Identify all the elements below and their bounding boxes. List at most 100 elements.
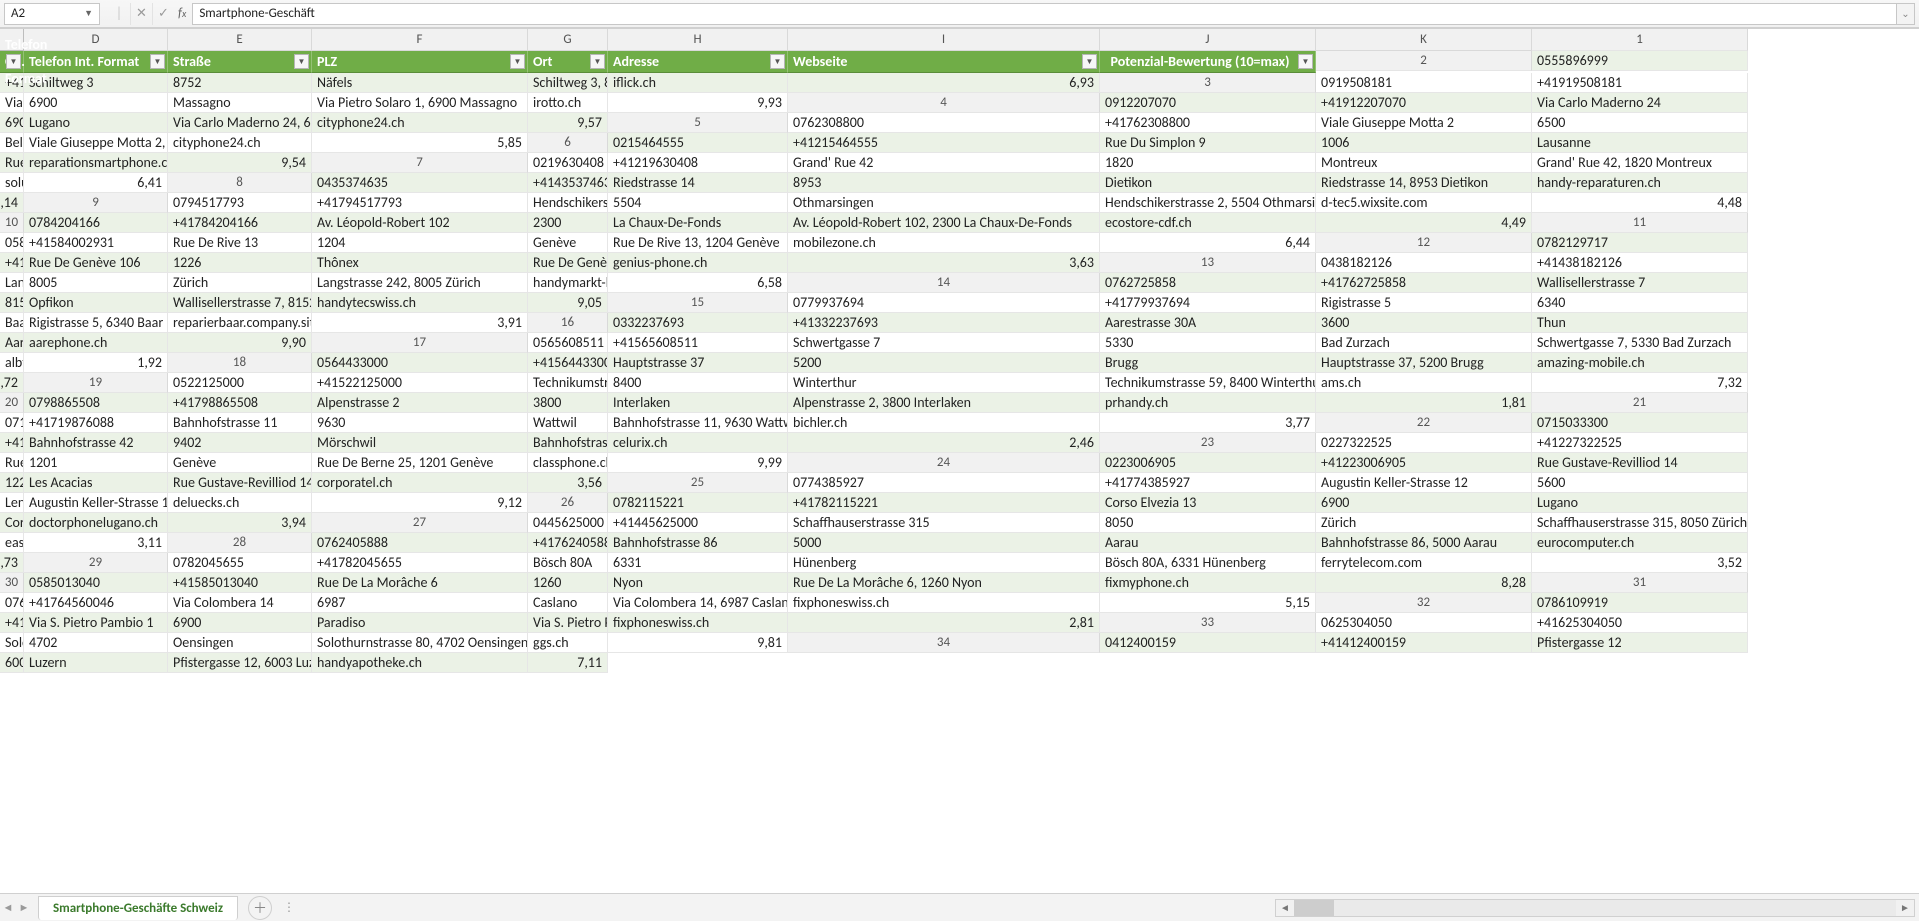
table-cell[interactable]: Rigistrasse 5 bbox=[1316, 293, 1532, 313]
table-cell[interactable]: 0438182126 bbox=[1316, 253, 1532, 273]
table-cell[interactable]: 3,11 bbox=[24, 533, 168, 553]
table-cell[interactable]: 0912207070 bbox=[1100, 93, 1316, 113]
table-cell[interactable]: 0445625000 bbox=[528, 513, 608, 533]
table-cell[interactable]: bichler.ch bbox=[788, 413, 1100, 433]
table-cell[interactable]: 0585013040 bbox=[24, 573, 168, 593]
row-header[interactable]: 5 bbox=[608, 113, 788, 133]
table-cell[interactable]: Interlaken bbox=[608, 393, 788, 413]
table-cell[interactable]: classphone.ch bbox=[528, 453, 608, 473]
row-header[interactable]: 10 bbox=[0, 213, 24, 233]
table-cell[interactable]: 0762725858 bbox=[1100, 273, 1316, 293]
table-cell[interactable]: 1,81 bbox=[1316, 393, 1532, 413]
table-cell[interactable]: Wallisellerstrasse 7, 8152 Opfikon bbox=[168, 293, 312, 313]
row-header[interactable]: 33 bbox=[1100, 613, 1316, 633]
table-header-cell[interactable]: Webseite▼ bbox=[788, 51, 1100, 73]
row-header[interactable]: 15 bbox=[608, 293, 788, 313]
table-cell[interactable]: Bahnhofstrasse 42, 9402 Mörschwil bbox=[528, 433, 608, 453]
table-cell[interactable]: 5000 bbox=[788, 533, 1100, 553]
table-cell[interactable]: 9,90 bbox=[168, 333, 312, 353]
table-cell[interactable]: Augustin Keller-Strasse 12 bbox=[1316, 473, 1532, 493]
table-header-cell[interactable]: Potenzial-Bewertung (10=max)▼ bbox=[1100, 51, 1316, 73]
filter-dropdown-icon[interactable]: ▼ bbox=[590, 54, 605, 69]
table-cell[interactable]: Rue Gustave-Revilliod 14, 1227 Les Acaci… bbox=[168, 473, 312, 493]
table-cell[interactable]: Via S. Pietro Pambio 1 bbox=[24, 613, 168, 633]
table-header-cell[interactable]: Telefon Int. Format▼ bbox=[24, 51, 168, 73]
table-cell[interactable]: +41625304050 bbox=[1532, 613, 1748, 633]
row-header[interactable]: 28 bbox=[168, 533, 312, 553]
row-header[interactable]: 11 bbox=[1532, 213, 1748, 233]
table-cell[interactable]: +41784204166 bbox=[168, 213, 312, 233]
column-header[interactable]: F bbox=[312, 29, 528, 51]
table-cell[interactable]: Winterthur bbox=[788, 373, 1100, 393]
table-cell[interactable]: 1227 bbox=[0, 473, 24, 493]
table-cell[interactable]: +41779937694 bbox=[1100, 293, 1316, 313]
table-cell[interactable]: 9,12 bbox=[312, 493, 528, 513]
table-cell[interactable]: 6,41 bbox=[24, 173, 168, 193]
table-header-cell[interactable]: Straße▼ bbox=[168, 51, 312, 73]
table-cell[interactable]: Wallisellerstrasse 7 bbox=[1532, 273, 1748, 293]
table-cell[interactable]: Alpenstrasse 2 bbox=[312, 393, 528, 413]
row-header[interactable]: 8 bbox=[168, 173, 312, 193]
table-cell[interactable]: Zürich bbox=[168, 273, 312, 293]
table-cell[interactable]: Rue De Genève 106 bbox=[24, 253, 168, 273]
table-cell[interactable]: 8400 bbox=[608, 373, 788, 393]
table-cell[interactable]: 3800 bbox=[528, 393, 608, 413]
table-cell[interactable]: +41912207070 bbox=[1316, 93, 1532, 113]
table-cell[interactable]: Via Colombera 14 bbox=[168, 593, 312, 613]
table-cell[interactable]: Hünenberg bbox=[788, 553, 1100, 573]
table-cell[interactable]: 2,81 bbox=[788, 613, 1100, 633]
table-cell[interactable]: 0227322525 bbox=[1316, 433, 1532, 453]
table-cell[interactable]: +41584002931 bbox=[24, 233, 168, 253]
table-cell[interactable]: Schiltweg 3, 8752 Näfels bbox=[528, 73, 608, 93]
table-cell[interactable]: 4,48 bbox=[1532, 193, 1748, 213]
table-cell[interactable]: Dietikon bbox=[1100, 173, 1316, 193]
table-cell[interactable]: Aarestrasse 30A bbox=[1100, 313, 1316, 333]
table-cell[interactable]: Hendschikerstrasse 2, 5504 Othmarsingen bbox=[1100, 193, 1316, 213]
row-header[interactable]: 17 bbox=[312, 333, 528, 353]
table-cell[interactable]: 8,28 bbox=[1316, 573, 1532, 593]
table-cell[interactable]: Via Pietro Solaro 1, 6900 Massagno bbox=[312, 93, 528, 113]
table-cell[interactable]: 0564433000 bbox=[312, 353, 528, 373]
column-header[interactable]: G bbox=[528, 29, 608, 51]
table-cell[interactable]: +41564433000 bbox=[528, 353, 608, 373]
table-cell[interactable]: Rigistrasse 5, 6340 Baar bbox=[24, 313, 168, 333]
table-cell[interactable]: 3600 bbox=[1316, 313, 1532, 333]
table-cell[interactable]: Av. Léopold-Robert 102 bbox=[312, 213, 528, 233]
table-cell[interactable]: Lausanne bbox=[1532, 133, 1748, 153]
scroll-right-icon[interactable]: ► bbox=[1896, 901, 1914, 914]
table-cell[interactable]: 1260 bbox=[528, 573, 608, 593]
table-cell[interactable]: +41719876088 bbox=[24, 413, 168, 433]
table-cell[interactable]: 0774385927 bbox=[788, 473, 1100, 493]
table-cell[interactable]: Genève bbox=[168, 453, 312, 473]
row-header[interactable]: 16 bbox=[528, 313, 608, 333]
table-cell[interactable]: 0719876088 bbox=[0, 413, 24, 433]
table-cell[interactable]: Lugano bbox=[24, 113, 168, 133]
table-cell[interactable]: +41762725858 bbox=[1316, 273, 1532, 293]
table-cell[interactable]: 9,05 bbox=[528, 293, 608, 313]
table-cell[interactable]: 9,57 bbox=[528, 113, 608, 133]
table-cell[interactable]: 1204 bbox=[312, 233, 528, 253]
table-cell[interactable]: Rue Du Simplon 9, 1006 Lausanne bbox=[0, 153, 24, 173]
row-header[interactable]: 27 bbox=[312, 513, 528, 533]
table-cell[interactable]: 6900 bbox=[24, 93, 168, 113]
column-header[interactable]: K bbox=[1316, 29, 1532, 51]
table-cell[interactable]: 3,56 bbox=[528, 473, 608, 493]
table-cell[interactable]: 6003 bbox=[0, 653, 24, 673]
table-cell[interactable]: doctorphonelugano.ch bbox=[24, 513, 168, 533]
table-cell[interactable]: 7,11 bbox=[528, 653, 608, 673]
table-cell[interactable]: 0625304050 bbox=[1316, 613, 1532, 633]
table-cell[interactable]: +41219630408 bbox=[608, 153, 788, 173]
table-cell[interactable]: 1226 bbox=[168, 253, 312, 273]
table-cell[interactable]: Pfistergasse 12, 6003 Luzern bbox=[168, 653, 312, 673]
row-header[interactable]: 3 bbox=[1100, 73, 1316, 93]
table-cell[interactable]: +41798865508 bbox=[168, 393, 312, 413]
table-cell[interactable]: Hauptstrasse 37, 5200 Brugg bbox=[1316, 353, 1532, 373]
table-cell[interactable]: handy-reparaturen.ch bbox=[1532, 173, 1748, 193]
row-header[interactable]: 19 bbox=[24, 373, 168, 393]
table-cell[interactable]: reparationsmartphone.ch bbox=[24, 153, 168, 173]
table-cell[interactable]: +41782115221 bbox=[788, 493, 1100, 513]
table-cell[interactable]: 5600 bbox=[1532, 473, 1748, 493]
table-cell[interactable]: 6,58 bbox=[608, 273, 788, 293]
table-cell[interactable]: Genève bbox=[528, 233, 608, 253]
table-cell[interactable]: 0782129717 bbox=[1532, 233, 1748, 253]
